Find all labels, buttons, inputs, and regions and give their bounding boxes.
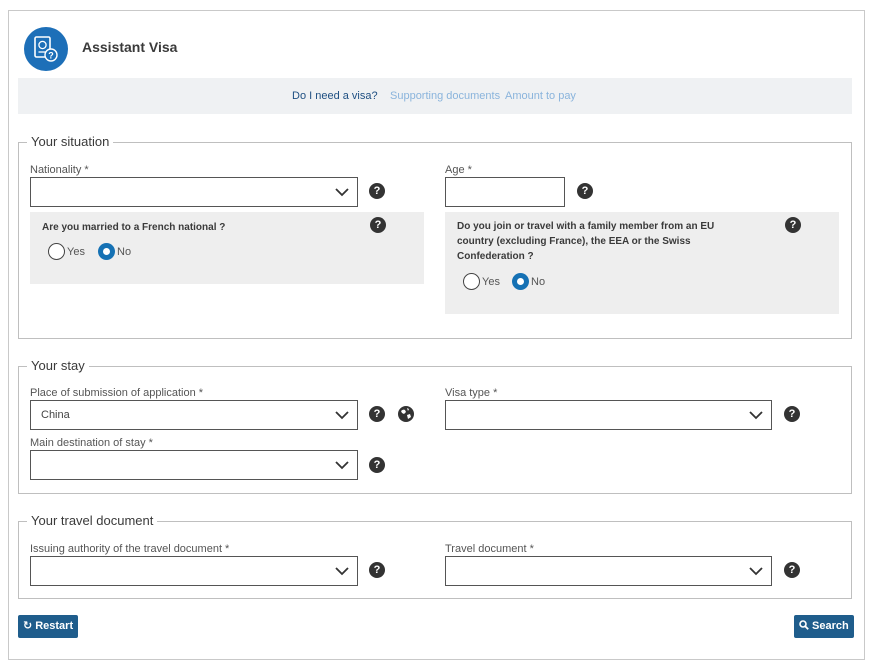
married-yes-label: Yes	[67, 246, 85, 258]
visa-type-help-icon[interactable]: ?	[784, 406, 800, 422]
married-question: Are you married to a French national ?	[42, 222, 226, 233]
place-label: Place of submission of application *	[30, 387, 204, 399]
place-help-icon[interactable]: ?	[369, 406, 385, 422]
married-help-icon[interactable]: ?	[370, 217, 386, 233]
chevron-down-icon	[749, 567, 763, 576]
travel-document-help-icon[interactable]: ?	[784, 562, 800, 578]
destination-select[interactable]	[30, 450, 358, 480]
authority-help-icon[interactable]: ?	[369, 562, 385, 578]
passport-question-icon: ?	[34, 36, 58, 62]
refresh-icon: ↻	[23, 620, 33, 632]
nationality-label: Nationality *	[30, 164, 89, 176]
travel-document-select[interactable]	[445, 556, 772, 586]
nationality-select[interactable]	[30, 177, 358, 207]
family-question-line-1: Do you join or travel with a family memb…	[457, 221, 715, 232]
chevron-down-icon	[335, 188, 349, 197]
authority-select[interactable]	[30, 556, 358, 586]
section-legend-stay: Your stay	[27, 358, 89, 373]
place-select[interactable]: China	[30, 400, 358, 430]
step-nav: Do I need a visa? Supporting documents A…	[18, 78, 852, 114]
search-button[interactable]: Search	[794, 615, 854, 638]
chevron-down-icon	[335, 411, 349, 420]
age-label: Age *	[445, 164, 472, 176]
married-no-radio[interactable]	[98, 243, 115, 260]
search-icon	[799, 620, 809, 630]
married-yes-radio[interactable]	[48, 243, 65, 260]
authority-label: Issuing authority of the travel document…	[30, 543, 230, 555]
search-label: Search	[812, 620, 849, 632]
chevron-down-icon	[335, 461, 349, 470]
nav-supporting-documents[interactable]: Supporting documents	[390, 90, 500, 102]
family-question-line-2: country (excluding France), the EEA or t…	[457, 236, 691, 247]
family-help-icon[interactable]: ?	[785, 217, 801, 233]
family-question-line-3: Confederation ?	[457, 251, 534, 262]
restart-button[interactable]: ↻ Restart	[18, 615, 79, 638]
app-logo: ?	[24, 27, 68, 71]
family-no-radio[interactable]	[512, 273, 529, 290]
section-legend-travel: Your travel document	[27, 513, 158, 528]
chevron-down-icon	[335, 567, 349, 576]
family-no-label: No	[531, 276, 546, 288]
place-value: China	[41, 409, 70, 421]
page-title: Assistant Visa	[82, 39, 178, 55]
globe-icon[interactable]	[398, 406, 414, 422]
family-yes-radio[interactable]	[463, 273, 480, 290]
destination-help-icon[interactable]: ?	[369, 457, 385, 473]
svg-text:?: ?	[48, 51, 54, 61]
restart-label: Restart	[35, 620, 74, 632]
visa-type-select[interactable]	[445, 400, 772, 430]
age-help-icon[interactable]: ?	[577, 183, 593, 199]
married-no-label: No	[117, 246, 132, 258]
travel-document-label: Travel document *	[445, 543, 534, 555]
age-input[interactable]	[445, 177, 565, 207]
nav-need-visa[interactable]: Do I need a visa?	[292, 90, 378, 102]
section-legend-situation: Your situation	[27, 134, 114, 149]
destination-label: Main destination of stay *	[30, 437, 153, 449]
nav-amount-to-pay[interactable]: Amount to pay	[505, 90, 576, 102]
visa-type-label: Visa type *	[445, 387, 498, 399]
nationality-help-icon[interactable]: ?	[369, 183, 385, 199]
family-yes-label: Yes	[482, 276, 500, 288]
chevron-down-icon	[749, 411, 763, 420]
